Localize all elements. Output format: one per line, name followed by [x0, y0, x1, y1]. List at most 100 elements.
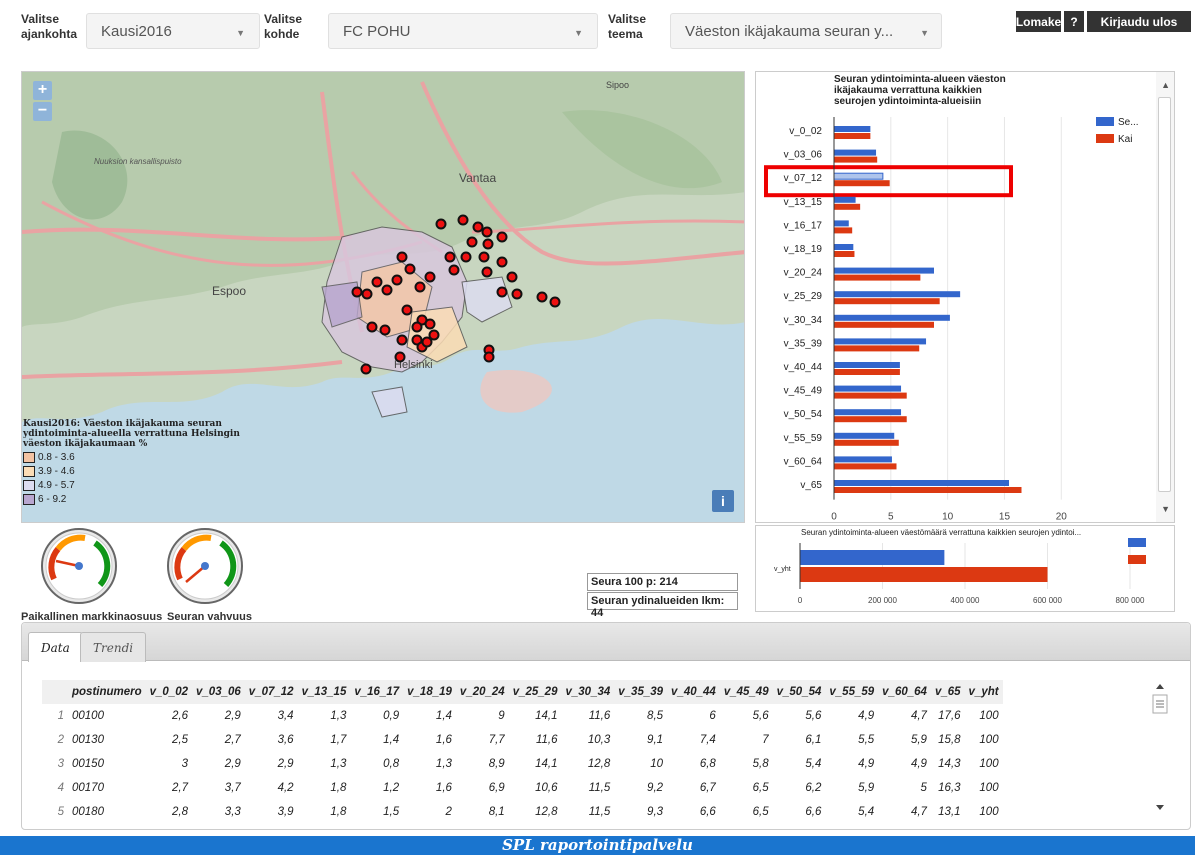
chart-scrollbar[interactable]: ▲ ▼ — [1156, 72, 1174, 522]
theme-select[interactable]: Väeston ikäjakauma seuran y... ▼ — [670, 13, 942, 49]
category-label: v_13_15 — [784, 197, 823, 208]
population-chart[interactable]: Seuran ydintoiminta-alueen väestömäärä v… — [755, 525, 1175, 612]
bar[interactable] — [834, 345, 920, 352]
bar[interactable] — [800, 567, 1048, 582]
bar[interactable] — [834, 480, 1009, 486]
time-select[interactable]: Kausi2016 ▼ — [86, 13, 260, 49]
tab-data[interactable]: Data — [28, 632, 83, 662]
bar[interactable] — [834, 416, 907, 423]
time-select-value: Kausi2016 — [101, 22, 172, 40]
column-header[interactable]: v_50_54 — [773, 680, 826, 704]
column-header[interactable]: v_45_49 — [720, 680, 773, 704]
column-header[interactable]: v_0_02 — [146, 680, 192, 704]
bar[interactable] — [834, 133, 871, 139]
bar[interactable] — [834, 267, 934, 274]
bar[interactable] — [834, 220, 849, 227]
x-tick-label: 5 — [888, 512, 894, 523]
table-cell: 11,5 — [588, 782, 611, 794]
table-cell: 8,1 — [488, 806, 505, 818]
age-distribution-chart[interactable]: Seuran ydintoiminta-alueen väeston ikäjak… — [755, 71, 1175, 523]
bar[interactable] — [834, 298, 940, 305]
column-header[interactable]: v_65 — [931, 680, 965, 704]
info-button[interactable]: i — [712, 490, 734, 512]
bar[interactable] — [834, 126, 871, 132]
bar[interactable] — [834, 149, 877, 156]
bar[interactable] — [833, 172, 884, 180]
table-cell: 12,8 — [587, 758, 611, 770]
bar[interactable] — [834, 196, 856, 203]
bar[interactable] — [834, 369, 900, 375]
legend-swatch — [23, 494, 35, 505]
table-cell: 7 — [762, 734, 769, 746]
theme-select-value: Väeston ikäjakauma seuran y... — [685, 22, 894, 40]
column-header[interactable]: postinumero — [68, 680, 146, 704]
column-header[interactable]: v_03_06 — [192, 680, 245, 704]
help-button[interactable]: ? — [1064, 11, 1084, 32]
bar[interactable] — [834, 409, 902, 416]
tab-trend[interactable]: Trendi — [80, 632, 147, 662]
table-cell: 6 — [709, 710, 716, 722]
scroll-up-icon[interactable]: ▲ — [1161, 80, 1170, 90]
column-header[interactable]: v_55_59 — [825, 680, 878, 704]
table-row[interactable]: 5 00180 2,8 3,3 3,9 1,8 1,5 2 8,1 12,8 11,5 9,3 6,6 6… — [42, 800, 1003, 824]
column-header[interactable]: v_20_24 — [456, 680, 509, 704]
zoom-in-button[interactable]: + — [33, 81, 52, 100]
column-header[interactable]: v_40_44 — [667, 680, 720, 704]
bar[interactable] — [834, 156, 878, 163]
table-cell: 2,9 — [224, 710, 241, 722]
bar[interactable] — [800, 550, 945, 565]
legend-swatch — [23, 452, 35, 463]
column-header[interactable]: v_18_19 — [403, 680, 456, 704]
zoom-out-button[interactable]: − — [33, 102, 52, 121]
bar[interactable] — [834, 291, 961, 298]
bar[interactable] — [834, 203, 861, 210]
column-header[interactable]: v_25_29 — [509, 680, 562, 704]
column-header[interactable]: v_yht — [965, 680, 1003, 704]
table-cell: 8,5 — [647, 710, 664, 722]
bar[interactable] — [834, 338, 927, 345]
bar[interactable] — [834, 392, 907, 399]
table-cell: 5 — [57, 806, 64, 818]
table-cell: 4,9 — [910, 758, 927, 770]
table-row[interactable]: 3 00150 3 2,9 2,9 1,3 0,8 1,3 8,9 14,1 12,8 10 6,8 5,… — [42, 752, 1003, 776]
column-header[interactable]: v_16_17 — [350, 680, 403, 704]
table-row[interactable]: 2 00130 2,5 2,7 3,6 1,7 1,4 1,6 7,7 11,6 10,3 9,1 7,… — [42, 728, 1003, 752]
category-label: v_03_06 — [784, 150, 823, 161]
table-scrollbar[interactable] — [1152, 683, 1168, 813]
bar[interactable] — [834, 321, 934, 328]
bar[interactable] — [834, 439, 899, 446]
bar[interactable] — [834, 180, 890, 187]
table-cell: 1 — [57, 710, 64, 722]
column-header[interactable]: v_13_15 — [298, 680, 351, 704]
bar[interactable] — [834, 463, 897, 470]
table-cell: 4,9 — [858, 758, 875, 770]
table-cell: 6,5 — [752, 782, 769, 794]
column-header[interactable]: v_35_39 — [614, 680, 667, 704]
bar[interactable] — [834, 314, 950, 321]
column-header[interactable]: v_07_12 — [245, 680, 298, 704]
scroll-thumb[interactable] — [1158, 97, 1171, 492]
table-cell: 8,9 — [488, 758, 505, 770]
column-header[interactable]: v_60_64 — [878, 680, 931, 704]
bar[interactable] — [834, 487, 1022, 493]
table-cell: 1,5 — [383, 806, 400, 818]
form-button[interactable]: Lomake — [1016, 11, 1061, 32]
bar[interactable] — [834, 432, 895, 439]
bar[interactable] — [834, 227, 853, 234]
scroll-down-icon[interactable]: ▼ — [1161, 504, 1170, 514]
chart-title: Seuran ydintoiminta-alueen väestömäärä v… — [801, 528, 1081, 537]
map-panel[interactable]: Espoo Vantaa Helsinki Sipoo Nuuksion kan… — [21, 71, 745, 523]
table-row[interactable]: 1 00100 2,6 2,9 3,4 1,3 0,9 1,4 9 14,1 11,6 8,5 6 5,6… — [42, 704, 1003, 728]
bar[interactable] — [834, 274, 921, 281]
bar[interactable] — [834, 362, 900, 368]
bar[interactable] — [834, 251, 855, 257]
chevron-down-icon: ▼ — [574, 28, 583, 38]
column-header[interactable]: v_30_34 — [561, 680, 614, 704]
table-cell: 13,1 — [938, 806, 961, 818]
table-row[interactable]: 4 00170 2,7 3,7 4,2 1,8 1,2 1,6 6,9 10,6 11,5 9,2 6,… — [42, 776, 1003, 800]
bar[interactable] — [834, 456, 892, 463]
bar[interactable] — [834, 244, 854, 250]
target-select[interactable]: FC POHU ▼ — [328, 13, 598, 49]
logout-button[interactable]: Kirjaudu ulos — [1087, 11, 1191, 32]
bar[interactable] — [834, 385, 902, 392]
